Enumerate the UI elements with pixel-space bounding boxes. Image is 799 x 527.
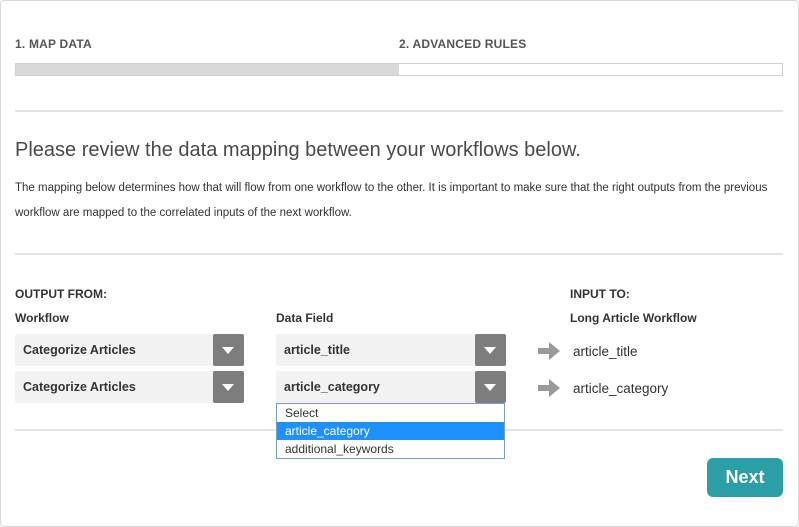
chevron-down-icon[interactable] xyxy=(475,371,506,403)
data-field-select[interactable]: article_category xyxy=(276,371,506,403)
output-from-label: OUTPUT FROM: xyxy=(15,287,107,301)
data-field-dropdown-list[interactable]: Select article_category additional_keywo… xyxy=(276,403,505,459)
input-field-name: article_category xyxy=(573,381,669,396)
chevron-down-icon[interactable] xyxy=(475,334,506,366)
progress-bar xyxy=(15,63,783,76)
dropdown-option[interactable]: additional_keywords xyxy=(277,440,504,458)
dropdown-option[interactable]: Select xyxy=(277,404,504,422)
workflow-column-header: Workflow xyxy=(15,311,69,325)
data-field-select-value: article_category xyxy=(284,380,380,394)
workflow-select[interactable]: Categorize Articles xyxy=(15,371,244,403)
divider xyxy=(15,110,783,112)
step-map-data[interactable]: 1. MAP DATA xyxy=(15,37,92,51)
target-workflow-name: Long Article Workflow xyxy=(570,311,697,325)
next-button[interactable]: Next xyxy=(707,458,783,497)
workflow-select[interactable]: Categorize Articles xyxy=(15,334,244,366)
page-title: Please review the data mapping between y… xyxy=(15,139,581,161)
data-field-select[interactable]: article_title xyxy=(276,334,506,366)
arrow-right-icon xyxy=(538,379,560,397)
dropdown-option[interactable]: article_category xyxy=(277,422,504,440)
input-to-label: INPUT TO: xyxy=(570,287,630,301)
workflow-select-value: Categorize Articles xyxy=(23,343,136,357)
page-description: The mapping below determines how that wi… xyxy=(15,182,768,219)
data-field-select-value: article_title xyxy=(284,343,351,357)
chevron-down-icon[interactable] xyxy=(213,371,244,403)
chevron-down-icon[interactable] xyxy=(213,334,244,366)
progress-fill xyxy=(16,64,399,75)
divider xyxy=(15,253,783,255)
input-field-name: article_title xyxy=(573,344,638,359)
data-field-column-header: Data Field xyxy=(276,311,334,325)
workflow-select-value: Categorize Articles xyxy=(23,380,136,394)
step-advanced-rules[interactable]: 2. ADVANCED RULES xyxy=(399,37,526,51)
arrow-right-icon xyxy=(538,342,560,360)
